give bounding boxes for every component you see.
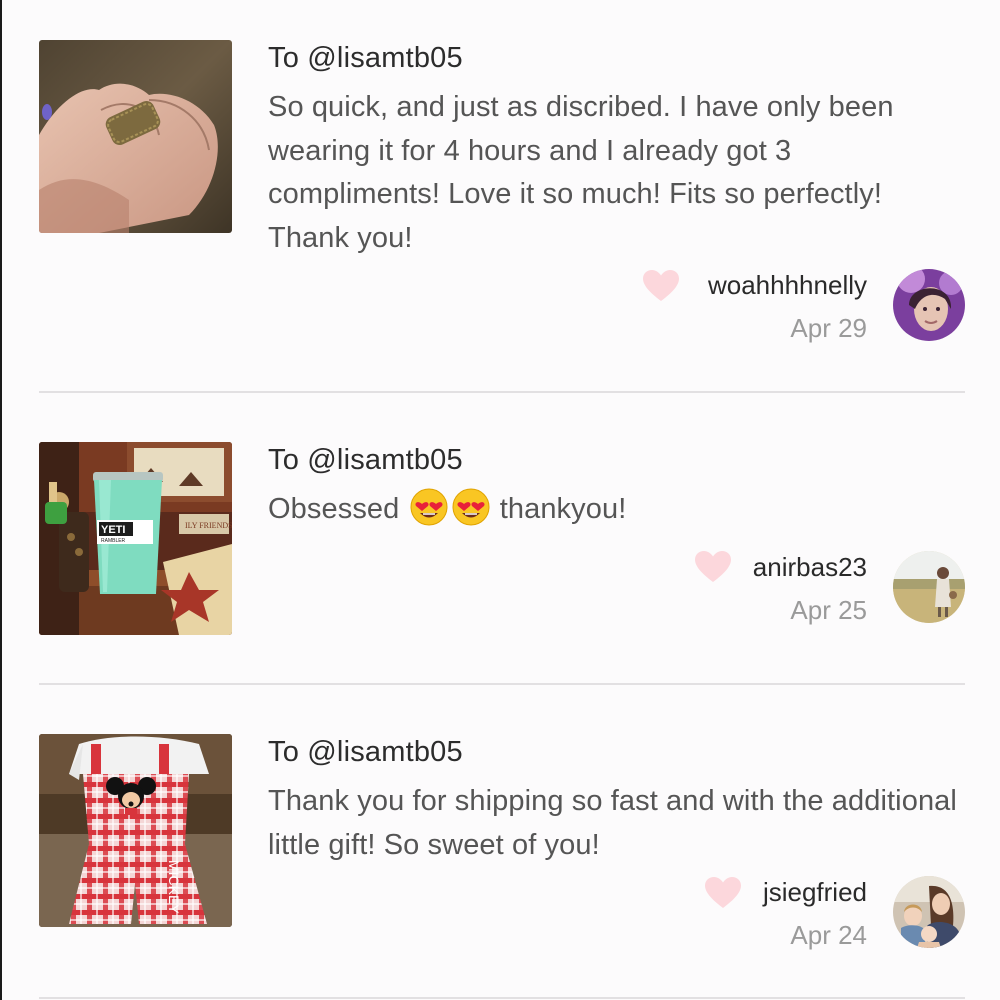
svg-text:RAMBLER: RAMBLER [101, 538, 126, 544]
reviews-screen: To @lisamtb05 So quick, and just as disc… [0, 0, 1000, 1000]
divider [39, 997, 965, 999]
reviewer-username[interactable]: jsiegfried [763, 877, 867, 908]
svg-text:ILY FRIENDS: ILY FRIENDS [185, 521, 232, 530]
svg-text:YETI: YETI [101, 524, 125, 536]
review-meta: anirbas23 Apr 25 [753, 552, 867, 626]
review-photo-overalls[interactable]: MICKEY [39, 734, 232, 927]
review-item: MICKEY To @lisamtb05 Thank you for shipp… [39, 734, 965, 974]
review-item: To @lisamtb05 So quick, and just as disc… [39, 40, 965, 350]
review-text: Thank you for shipping so fast and with … [268, 785, 957, 861]
heart-eyes-emoji-icon [452, 488, 490, 526]
review-meta: woahhhhnelly Apr 29 [708, 270, 867, 344]
reviewer-avatar[interactable] [893, 876, 965, 948]
divider [39, 391, 965, 393]
review-text: So quick, and just as discribed. I have … [268, 91, 894, 254]
review-recipient[interactable]: To @lisamtb05 [268, 736, 463, 769]
review-date: Apr 24 [790, 920, 867, 950]
review-recipient[interactable]: To @lisamtb05 [268, 444, 463, 477]
review-item: ILY FRIENDS YETI RAMBLER To @lisamtb05 O… [39, 442, 965, 642]
review-text: Obsessed thankyou! [268, 488, 968, 532]
like-heart-icon[interactable] [705, 877, 741, 909]
review-recipient[interactable]: To @lisamtb05 [268, 42, 463, 75]
reviewer-avatar[interactable] [893, 269, 965, 341]
reviewer-username[interactable]: anirbas23 [753, 552, 867, 583]
review-meta: jsiegfried Apr 24 [763, 877, 867, 951]
svg-text:MICKEY: MICKEY [166, 860, 182, 914]
reviewer-username[interactable]: woahhhhnelly [708, 270, 867, 301]
divider [39, 683, 965, 685]
review-photo-ring[interactable] [39, 40, 232, 233]
reviewer-avatar[interactable] [893, 551, 965, 623]
review-date: Apr 29 [790, 313, 867, 343]
review-photo-tumbler[interactable]: ILY FRIENDS YETI RAMBLER [39, 442, 232, 635]
like-heart-icon[interactable] [643, 270, 679, 302]
review-date: Apr 25 [790, 595, 867, 625]
review-text-end: thankyou! [499, 493, 627, 525]
heart-eyes-emoji-icon [410, 488, 448, 526]
like-heart-icon[interactable] [695, 551, 731, 583]
review-text-start: Obsessed [268, 493, 400, 525]
